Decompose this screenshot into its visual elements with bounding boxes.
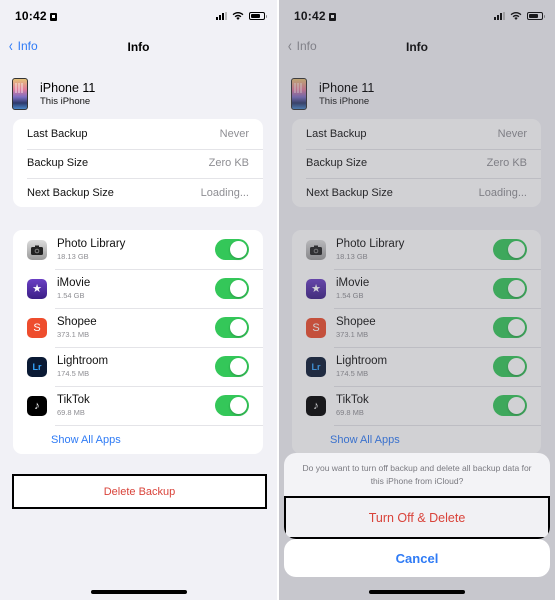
action-sheet-message: Do you want to turn off backup and delet…: [302, 463, 532, 486]
info-value: Loading...: [200, 186, 249, 199]
tiktok-note-icon: ♪: [27, 395, 47, 416]
camera-icon: [27, 239, 47, 260]
device-subtitle: This iPhone: [40, 96, 91, 107]
shopee-bag-icon: S: [27, 317, 47, 338]
iphone-thumbnail-icon: [12, 78, 28, 110]
status-bar: 10:42: [0, 0, 277, 30]
battery-icon: [249, 11, 267, 20]
info-label: Backup Size: [27, 157, 89, 170]
time-text: 10:42: [15, 9, 47, 23]
toggle-lightroom[interactable]: [215, 356, 249, 377]
toggle-photo-library[interactable]: [215, 239, 249, 260]
info-value: Zero KB: [208, 157, 249, 170]
toggle-shopee[interactable]: [215, 317, 249, 338]
delete-backup-button[interactable]: Delete Backup: [12, 474, 267, 509]
app-row-shopee: S Shopee 373.1 MB: [13, 308, 263, 347]
apps-card: Photo Library 18.13 GB ★ iMovie 1.54 GB S …: [13, 230, 263, 454]
page-title: Info: [127, 40, 150, 54]
info-row-next-backup-size: Next Backup Size Loading...: [13, 178, 263, 207]
lightroom-icon: Lr: [27, 356, 47, 377]
status-time: 10:42: [15, 9, 57, 23]
home-indicator[interactable]: [369, 590, 465, 594]
info-label: Next Backup Size: [27, 186, 114, 199]
info-value: Never: [219, 127, 249, 140]
action-sheet: Do you want to turn off backup and delet…: [284, 453, 550, 539]
right-screen: 10:42 ‹ Info Info iPhone 11 This iPhone L…: [279, 0, 555, 600]
info-label: Last Backup: [27, 127, 88, 140]
toggle-imovie[interactable]: [215, 278, 249, 299]
cancel-button[interactable]: Cancel: [284, 539, 550, 577]
nav-bar: ‹ Info Info: [0, 34, 277, 60]
app-row-tiktok: ♪ TikTok 69.8 MB: [13, 386, 263, 425]
app-row-lightroom: Lr Lightroom 174.5 MB: [13, 347, 263, 386]
device-name: iPhone 11: [40, 81, 96, 95]
show-all-apps-link[interactable]: Show All Apps: [13, 425, 263, 454]
home-indicator[interactable]: [90, 590, 187, 594]
app-row-imovie: ★ iMovie 1.54 GB: [13, 269, 263, 308]
cellular-signal-icon: [216, 11, 227, 20]
app-row-photo-library: Photo Library 18.13 GB: [13, 230, 263, 269]
info-row-backup-size: Backup Size Zero KB: [13, 148, 263, 179]
toggle-tiktok[interactable]: [215, 395, 249, 416]
id-badge-icon: [49, 12, 57, 21]
left-screen: 10:42 ‹ Info Info iPhone 11 This iPhone L…: [0, 0, 277, 600]
imovie-star-icon: ★: [27, 278, 47, 299]
info-row-last-backup: Last Backup Never: [13, 119, 263, 149]
turn-off-delete-button[interactable]: Turn Off & Delete: [284, 496, 550, 539]
device-header: iPhone 11 This iPhone: [12, 78, 95, 110]
wifi-icon: [232, 11, 244, 20]
backup-info-card: Last Backup Never Backup Size Zero KB Next…: [13, 119, 263, 207]
